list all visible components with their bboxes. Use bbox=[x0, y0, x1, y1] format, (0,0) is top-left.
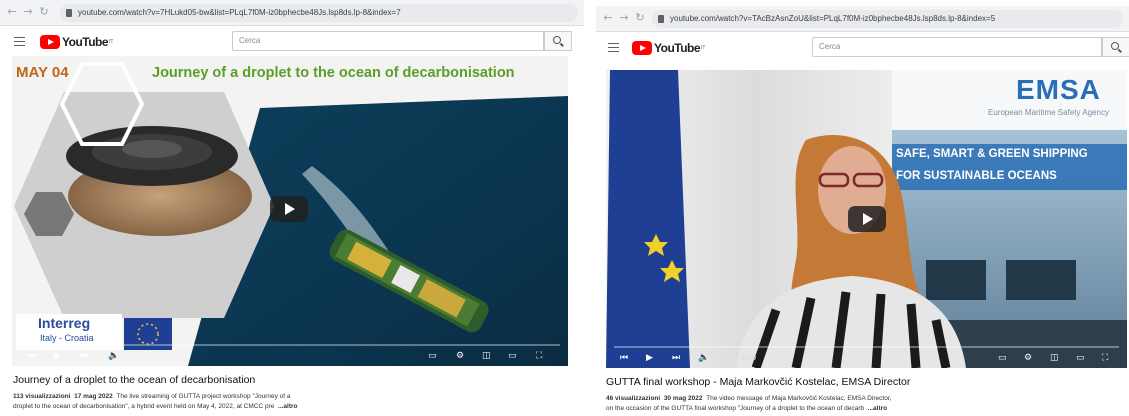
browser-toolbar: ← → ↻ youtube.com/watch?v=7HLukd05-bw&li… bbox=[0, 0, 584, 26]
miniplayer-icon[interactable]: ◫ bbox=[1050, 353, 1059, 363]
youtube-play-icon bbox=[40, 34, 60, 49]
search-input[interactable]: Cerca bbox=[812, 37, 1102, 57]
miniplayer-icon[interactable]: ◫ bbox=[482, 351, 491, 361]
thumbnail-headline: Journey of a droplet to the ocean of dec… bbox=[152, 65, 515, 81]
player-controls: ⏮ ▶ ⏭ 🔈 ▭ ⚙ ◫ ▭ ⛶ bbox=[12, 342, 568, 366]
right-screenshot: ← → ↻ youtube.com/watch?v=TAcBzAsnZoU&li… bbox=[596, 0, 1129, 416]
menu-icon[interactable] bbox=[14, 37, 25, 46]
show-more-link[interactable]: ...altro bbox=[278, 403, 298, 410]
forward-icon[interactable]: → bbox=[22, 6, 34, 18]
youtube-region: IT bbox=[701, 44, 706, 51]
play-button-large[interactable] bbox=[270, 196, 308, 222]
search-button[interactable] bbox=[544, 31, 572, 51]
upload-date: 17 mag 2022 bbox=[74, 393, 113, 400]
emsa-org-name: European Maritime Safety Agency bbox=[988, 108, 1109, 117]
youtube-region: IT bbox=[109, 38, 114, 45]
play-icon[interactable]: ▶ bbox=[54, 351, 61, 361]
screenshot-divider bbox=[584, 0, 596, 416]
reload-icon[interactable]: ↻ bbox=[634, 12, 646, 24]
youtube-header: YouTube IT Cerca bbox=[0, 26, 584, 56]
settings-icon[interactable]: ⚙ bbox=[1024, 353, 1032, 363]
lock-icon bbox=[658, 15, 664, 23]
description-line2: on the occasion of the GUTTA final works… bbox=[606, 405, 865, 412]
progress-bar[interactable] bbox=[614, 346, 1119, 348]
youtube-header: YouTube IT Cerca bbox=[596, 32, 1129, 62]
description-line2: droplet to the ocean of decarbonisation"… bbox=[13, 403, 275, 410]
back-icon[interactable]: ← bbox=[6, 6, 18, 18]
video-title: GUTTA final workshop - Maja Markovčić Ko… bbox=[606, 376, 911, 388]
skip-back-icon[interactable]: ⏮ bbox=[28, 351, 36, 361]
interreg-name: Interreg bbox=[38, 315, 91, 331]
video-player[interactable]: MAY 04 Journey of a droplet to the ocean… bbox=[12, 56, 568, 366]
emsa-logo: EMSA bbox=[1016, 74, 1101, 105]
theater-icon[interactable]: ▭ bbox=[508, 351, 517, 361]
next-icon[interactable]: ⏭ bbox=[80, 351, 88, 361]
play-icon[interactable]: ▶ bbox=[646, 353, 653, 363]
video-meta-line1: 46 visualizzazioni 30 mag 2022 The video… bbox=[606, 394, 891, 403]
youtube-play-icon bbox=[632, 40, 652, 55]
date-label: MAY 04 bbox=[16, 64, 69, 81]
show-more-link[interactable]: ...altro bbox=[868, 405, 888, 412]
address-bar[interactable]: youtube.com/watch?v=TAcBzAsnZoU&list=PLq… bbox=[652, 10, 1123, 28]
youtube-logo-text: YouTube bbox=[654, 40, 701, 55]
browser-toolbar: ← → ↻ youtube.com/watch?v=TAcBzAsnZoU&li… bbox=[596, 6, 1129, 32]
search-icon bbox=[1111, 42, 1119, 50]
skip-back-icon[interactable]: ⏮ bbox=[620, 353, 628, 363]
youtube-logo-text: YouTube bbox=[62, 34, 109, 49]
subtitles-icon[interactable]: ▭ bbox=[998, 353, 1007, 363]
search-button[interactable] bbox=[1102, 37, 1129, 57]
description-line1: The video message of Maja Markovčić Kost… bbox=[706, 395, 892, 402]
banner-line2: FOR SUSTAINABLE OCEANS bbox=[896, 170, 1057, 182]
upload-date: 30 mag 2022 bbox=[663, 395, 703, 402]
youtube-logo[interactable]: YouTube IT bbox=[632, 40, 706, 55]
video-meta-line2: droplet to the ocean of decarbonisation"… bbox=[13, 402, 298, 411]
forward-icon[interactable]: → bbox=[618, 12, 630, 24]
theater-icon[interactable]: ▭ bbox=[1076, 353, 1085, 363]
settings-icon[interactable]: ⚙ bbox=[456, 351, 464, 361]
play-button-large[interactable] bbox=[848, 206, 886, 232]
left-screenshot: ← → ↻ youtube.com/watch?v=7HLukd05-bw&li… bbox=[0, 0, 584, 416]
time-display: 0:04 / 4:40 bbox=[718, 354, 757, 362]
next-icon[interactable]: ⏭ bbox=[672, 353, 680, 363]
url-text: youtube.com/watch?v=TAcBzAsnZoU&list=PLq… bbox=[670, 14, 996, 23]
youtube-logo[interactable]: YouTube IT bbox=[40, 34, 114, 49]
subtitles-icon[interactable]: ▭ bbox=[428, 351, 437, 361]
video-meta-line1: 113 visualizzazioni 17 mag 2022 The live… bbox=[13, 392, 291, 401]
back-icon[interactable]: ← bbox=[602, 12, 614, 24]
description-line1: The live streaming of GUTTA project work… bbox=[116, 393, 291, 400]
video-player[interactable]: EMSA European Maritime Safety Agency SAF… bbox=[606, 70, 1127, 368]
fullscreen-icon[interactable]: ⛶ bbox=[1102, 353, 1108, 363]
search-input[interactable]: Cerca bbox=[232, 31, 544, 51]
volume-icon[interactable]: 🔈 bbox=[108, 351, 119, 361]
video-title: Journey of a droplet to the ocean of dec… bbox=[13, 374, 256, 386]
player-controls: ⏮ ▶ ⏭ 🔈 0:04 / 4:40 ▭ ⚙ ◫ ▭ ⛶ bbox=[606, 344, 1127, 368]
address-bar[interactable]: youtube.com/watch?v=7HLukd05-bw&list=PLq… bbox=[60, 4, 578, 22]
progress-bar[interactable] bbox=[20, 344, 560, 346]
volume-icon[interactable]: 🔈 bbox=[698, 353, 709, 363]
view-count: 46 visualizzazioni bbox=[606, 395, 661, 402]
lock-icon bbox=[66, 9, 72, 17]
search-icon bbox=[553, 36, 561, 44]
url-text: youtube.com/watch?v=7HLukd05-bw&list=PLq… bbox=[78, 8, 401, 17]
menu-icon[interactable] bbox=[608, 43, 619, 52]
view-count: 113 visualizzazioni bbox=[13, 393, 71, 400]
fullscreen-icon[interactable]: ⛶ bbox=[536, 351, 542, 361]
banner-line1: SAFE, SMART & GREEN SHIPPING bbox=[896, 148, 1088, 160]
video-meta-line2: on the occasion of the GUTTA final works… bbox=[606, 404, 887, 413]
reload-icon[interactable]: ↻ bbox=[38, 6, 50, 18]
